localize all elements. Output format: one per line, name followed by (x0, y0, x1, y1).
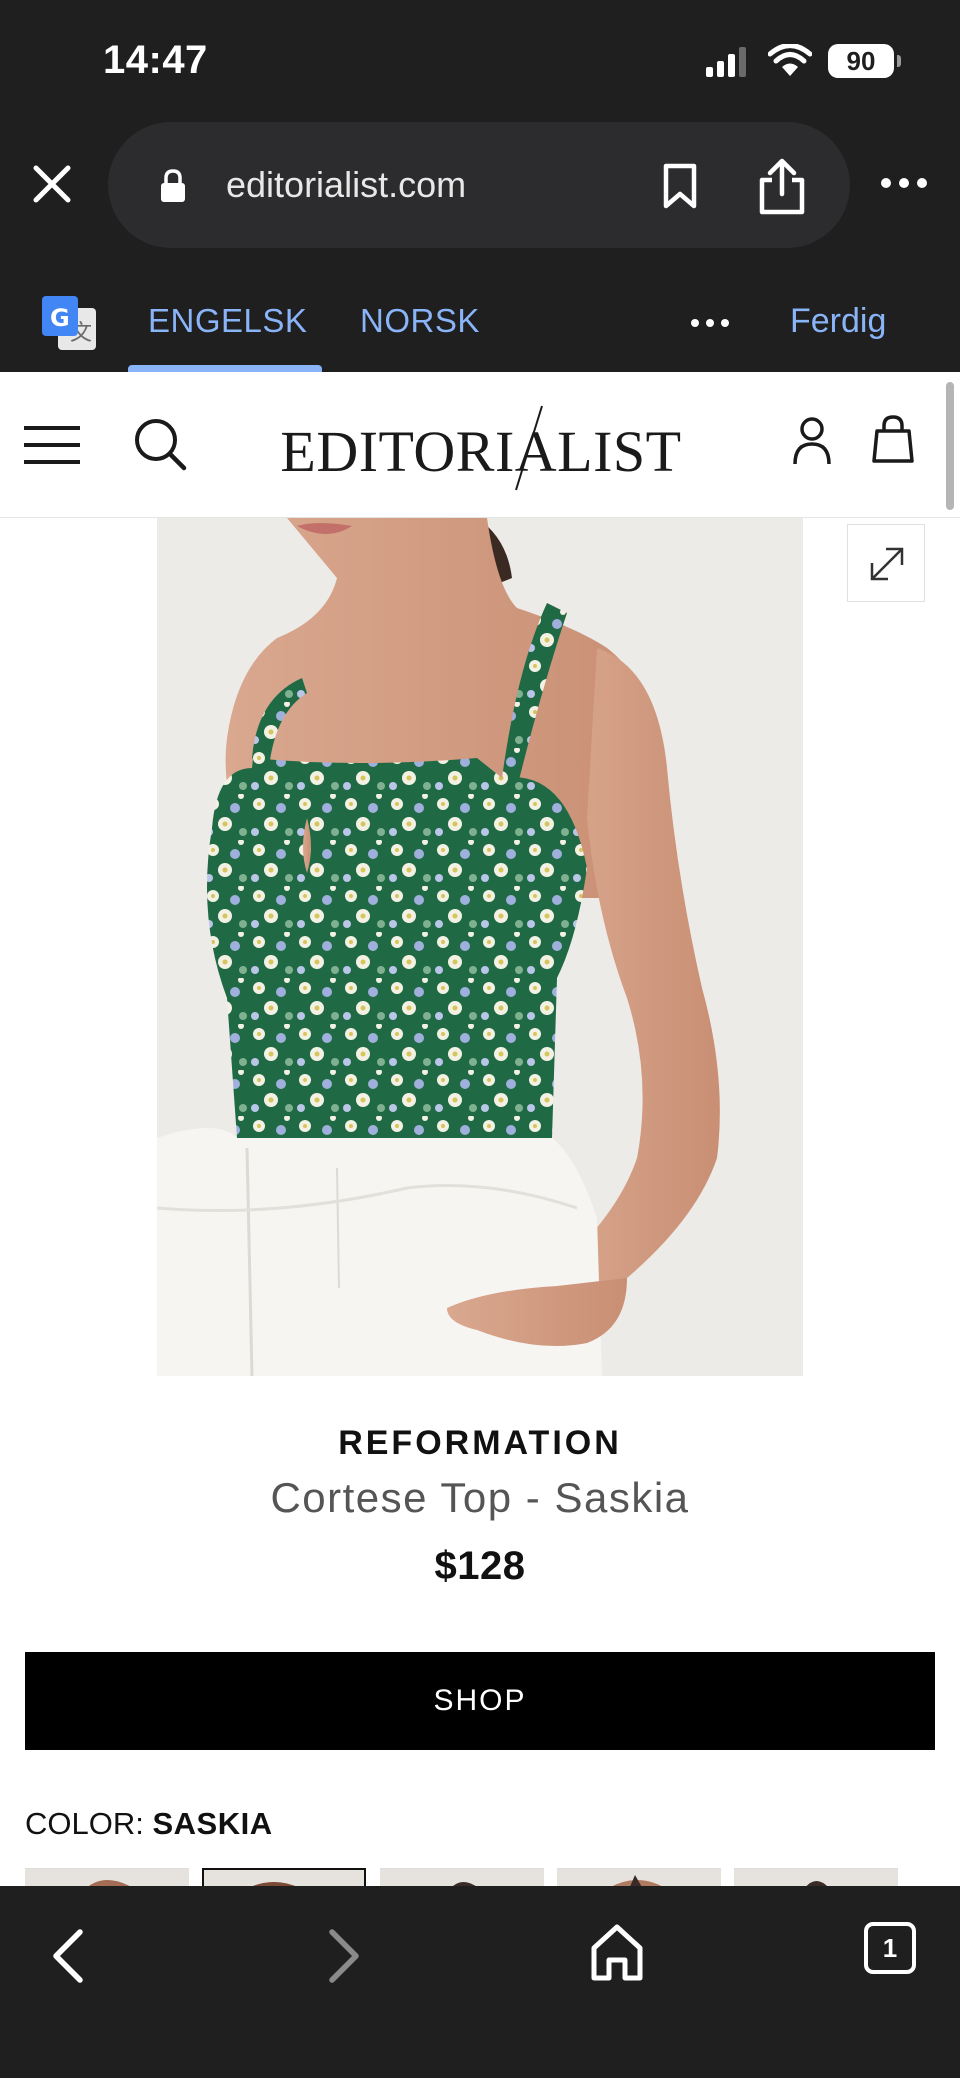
color-swatch-3[interactable] (380, 1868, 544, 1888)
done-button[interactable]: Ferdig (790, 302, 886, 341)
status-icons: 90 (704, 44, 901, 78)
color-swatch-1[interactable] (25, 1868, 189, 1888)
selected-tab-indicator (128, 365, 322, 372)
color-swatch-4[interactable] (557, 1868, 721, 1888)
color-label: COLOR: (25, 1806, 144, 1841)
bookmark-icon[interactable] (658, 162, 702, 210)
translate-options-icon[interactable] (690, 317, 730, 329)
signal-icon (706, 47, 746, 77)
back-icon[interactable] (46, 1926, 94, 1986)
google-translate-icon: 文 G (42, 296, 96, 350)
status-time: 14:47 (103, 38, 208, 82)
page-scrollbar[interactable] (946, 382, 954, 510)
lock-icon (161, 169, 185, 202)
product-brand[interactable]: REFORMATION (0, 1424, 960, 1463)
color-selector-label: COLOR: SASKIA (25, 1806, 273, 1842)
address-bar[interactable]: editorialist.com (108, 122, 850, 248)
product-photo-illustration (157, 518, 803, 1376)
tab-engelsk[interactable]: ENGELSK (148, 302, 307, 340)
svg-text:G: G (50, 304, 70, 332)
product-image[interactable] (157, 518, 803, 1376)
forward-icon[interactable] (318, 1926, 366, 1986)
product-name: Cortese Top - Saskia (270, 1474, 690, 1521)
share-icon[interactable] (756, 156, 808, 216)
more-icon[interactable] (880, 175, 928, 191)
menu-icon[interactable] (24, 424, 80, 466)
wifi-icon (768, 44, 812, 76)
color-swatch-5[interactable] (734, 1868, 898, 1888)
color-swatch-2[interactable] (202, 1868, 366, 1888)
search-icon[interactable] (132, 416, 188, 472)
logo-text: EDITORIALIST (280, 419, 682, 484)
browser-url-row: editorialist.com (0, 120, 960, 250)
bag-icon[interactable] (872, 414, 914, 464)
home-icon[interactable] (588, 1922, 646, 1984)
url-text: editorialist.com (226, 164, 467, 205)
tabs-icon[interactable]: 1 (864, 1922, 916, 1974)
color-value: SASKIA (152, 1806, 273, 1841)
logo-slash (515, 405, 543, 491)
tab-norsk[interactable]: NORSK (360, 302, 480, 340)
expand-icon (870, 547, 904, 581)
status-bar: 14:47 90 (0, 0, 960, 120)
translate-bar: 文 G ENGELSK NORSK Ferdig (0, 250, 960, 372)
shop-button[interactable]: SHOP (25, 1652, 935, 1750)
product-price: $128 (434, 1544, 526, 1588)
site-header: EDITORIALIST (0, 372, 960, 518)
site-logo[interactable]: EDITORIALIST (276, 402, 686, 492)
close-icon[interactable] (26, 158, 78, 210)
browser-bottom-toolbar: 1 (0, 1886, 960, 2078)
battery-indicator: 90 (828, 44, 901, 78)
account-icon[interactable] (792, 416, 832, 466)
expand-image-button[interactable] (847, 524, 925, 602)
